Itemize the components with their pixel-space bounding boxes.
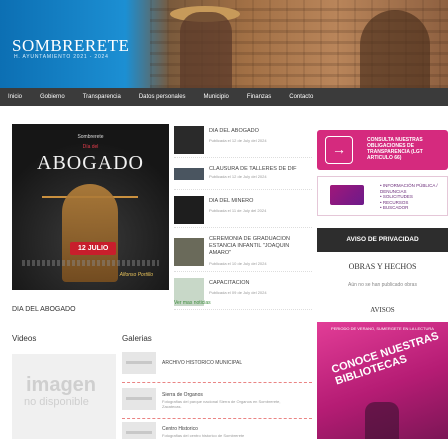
privacy-notice-button[interactable]: AVISO DE PRIVACIDAD — [317, 228, 448, 252]
news-date: Publicada el 09 de July del 2024 — [209, 290, 267, 295]
poster-date-badge: 12 JULIO — [70, 242, 117, 255]
gallery-title[interactable]: ARCHIVO HISTORICO MUNICIPAL — [162, 360, 242, 366]
news-item[interactable]: DIA DEL MINERO Publicada el 11 de July d… — [174, 194, 312, 228]
news-title[interactable]: CAPACITACION — [209, 280, 312, 287]
banner-person — [180, 12, 232, 88]
hero-poster[interactable]: Sombrerete Día del ABOGADO 12 JULIO Alfo… — [12, 124, 169, 290]
site-logo-subtitle: H. AYUNTAMIENTO 2021 - 2024 — [14, 54, 109, 60]
news-thumbnail[interactable] — [174, 238, 204, 266]
galerias-heading: Galerias — [122, 334, 152, 343]
nav-item-contacto[interactable]: Contacto — [289, 94, 313, 100]
news-title[interactable]: CLAUSURA DE TALLERES DE DIF — [209, 166, 312, 173]
pnt-item: • BUSCADOR — [380, 205, 409, 210]
transparency-card[interactable]: → CONSULTA NUESTRAS OBLIGACIONES DE TRAN… — [317, 130, 448, 170]
pnt-logo-icon — [330, 185, 364, 205]
pnt-item: • INFORMACIÓN PÚBLICA / DENUNCIAS — [380, 183, 438, 194]
hero-caption[interactable]: DIA DEL ABOGADO — [12, 306, 76, 313]
nav-item-municipio[interactable]: Municipio — [204, 94, 229, 100]
gallery-thumbnail[interactable] — [122, 388, 156, 410]
poster-fine-print — [22, 260, 159, 266]
videos-heading: Videos — [12, 334, 37, 343]
news-item[interactable]: CLAUSURA DE TALLERES DE DIF Publicada el… — [174, 162, 312, 190]
news-thumbnail[interactable] — [174, 126, 204, 154]
poster-day-label: Día del — [82, 144, 99, 150]
news-thumbnail[interactable] — [174, 196, 204, 224]
news-item[interactable]: DIA DEL ABOGADO Publicada el 12 de July … — [174, 124, 312, 158]
nav-item-datos-personales[interactable]: Datos personales — [139, 94, 186, 100]
nav-item-gobierno[interactable]: Gobierno — [40, 94, 65, 100]
aviso-banner-head: PERIODO DE VERANO, SUMERGETE EN LA LECTU… — [331, 326, 434, 331]
more-news-link[interactable]: Ver mas noticias — [174, 300, 211, 306]
gallery-divider — [122, 418, 312, 419]
news-list: DIA DEL ABOGADO Publicada el 12 de July … — [174, 124, 312, 314]
gallery-divider — [122, 382, 312, 383]
poster-signature: Alfonso Portillo — [119, 272, 153, 278]
video-placeholder-line1: imagen — [26, 374, 97, 396]
gallery-description: Fotografias del centro historico de Somb… — [162, 433, 245, 438]
obras-heading: OBRAS Y HECHOS — [348, 262, 417, 271]
news-date: Publicada el 12 de July del 2024 — [209, 174, 267, 179]
news-item[interactable]: CEREMONIA DE GRADUACION ESTANCIA INFANTI… — [174, 232, 312, 272]
transparency-card-text: CONSULTA NUESTRAS OBLIGACIONES DE TRANSP… — [367, 137, 423, 161]
video-placeholder-line2: no disponible — [24, 396, 89, 408]
aviso-figure — [365, 402, 399, 439]
pnt-card[interactable]: • INFORMACIÓN PÚBLICA / DENUNCIAS • SOLI… — [317, 176, 448, 216]
poster-title: ABOGADO — [37, 152, 144, 174]
news-title[interactable]: DIA DEL MINERO — [209, 198, 312, 205]
news-date: Publicada el 11 de July del 2024 — [209, 208, 267, 213]
news-date: Publicada el 10 de July del 2024 — [209, 261, 267, 266]
nav-item-transparencia[interactable]: Transparencia — [83, 94, 121, 100]
aviso-banner[interactable]: PERIODO DE VERANO, SUMERGETE EN LA LECTU… — [317, 322, 448, 439]
header-banner: SOMBRERETE H. AYUNTAMIENTO 2021 - 2024 — [0, 0, 448, 88]
gallery-title[interactable]: Sierra de Organos — [162, 392, 203, 398]
aviso-banner-title: CONOCE NUESTRAS BIBLIOTECAS — [330, 330, 441, 388]
gallery-item[interactable]: Centro Historico Fotografias del centro … — [122, 422, 312, 439]
justice-statue-icon — [62, 184, 118, 282]
news-thumbnail[interactable] — [174, 168, 204, 180]
avisos-heading: AVISOS — [370, 306, 395, 314]
pnt-list: • INFORMACIÓN PÚBLICA / DENUNCIAS • SOLI… — [380, 183, 447, 211]
news-title[interactable]: DIA DEL ABOGADO — [209, 128, 312, 135]
gallery-thumbnail[interactable] — [122, 352, 156, 374]
nav-item-inicio[interactable]: Inicio — [8, 94, 22, 100]
obras-empty-text: Aún no se han publicado obras — [348, 282, 417, 288]
poster-logo: Sombrerete — [77, 134, 104, 140]
gallery-thumbnail[interactable] — [122, 422, 156, 439]
site-logo[interactable]: SOMBRERETE — [12, 36, 129, 56]
login-arrow-icon: → — [325, 136, 353, 164]
video-placeholder[interactable]: imagen no disponible — [12, 354, 116, 439]
banner-arch — [360, 10, 430, 88]
gallery-item[interactable]: ARCHIVO HISTORICO MUNICIPAL — [122, 352, 312, 378]
nav-item-finanzas[interactable]: Finanzas — [247, 94, 271, 100]
gallery-title[interactable]: Centro Historico — [162, 426, 198, 432]
news-date: Publicada el 12 de July del 2024 — [209, 138, 267, 143]
news-title[interactable]: CEREMONIA DE GRADUACION ESTANCIA INFANTI… — [209, 236, 312, 257]
gallery-description: Fotografias del parque nacional Sierra d… — [162, 399, 281, 409]
main-nav: Inicio Gobierno Transparencia Datos pers… — [0, 88, 448, 106]
gallery-item[interactable]: Sierra de Organos Fotografias del parque… — [122, 388, 312, 414]
